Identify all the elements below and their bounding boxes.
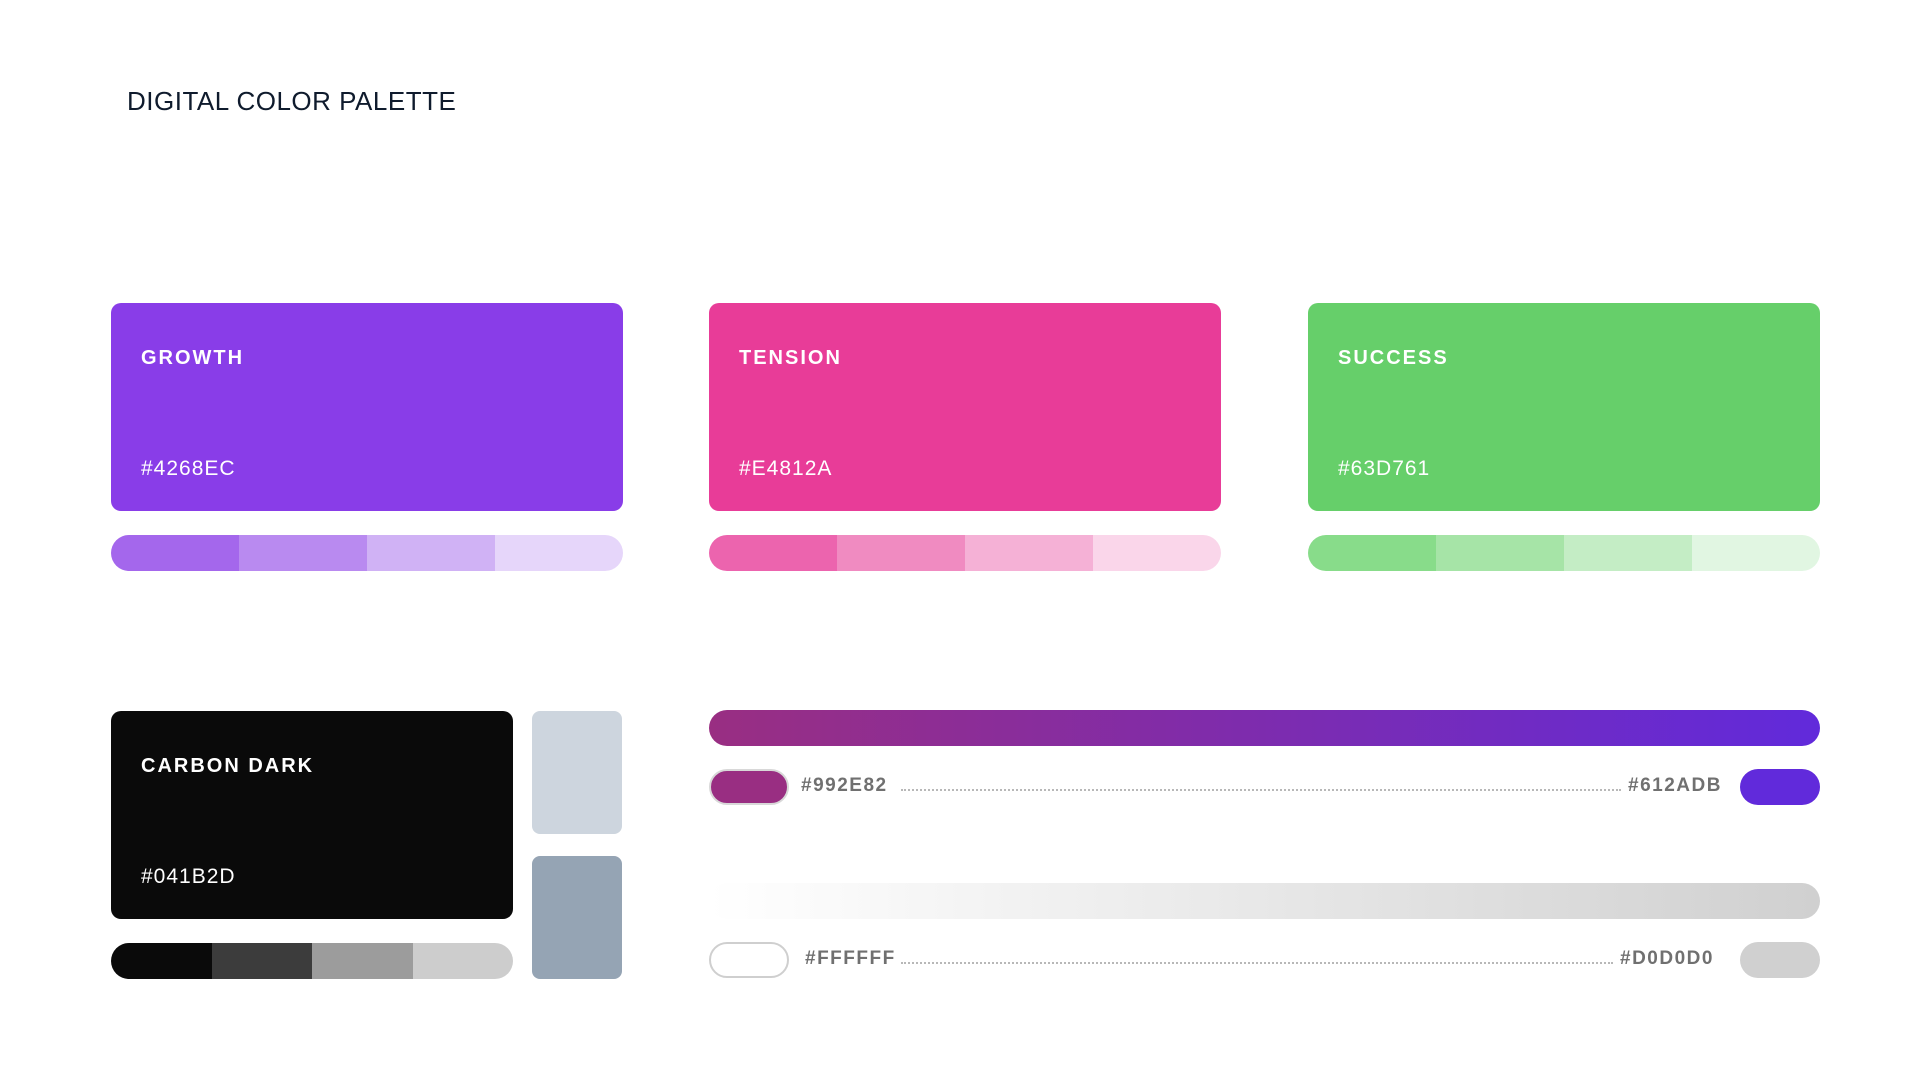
tint-swatch — [367, 535, 495, 571]
gradient-start-pill — [709, 942, 789, 978]
color-hex: #E4812A — [739, 457, 833, 480]
tint-swatch — [211, 943, 312, 979]
gradient-start-hex: #FFFFFF — [805, 948, 896, 969]
tint-swatch — [1692, 535, 1820, 571]
page-title: DIGITAL COLOR PALETTE — [127, 86, 457, 116]
dotted-connector — [901, 962, 1613, 964]
tint-swatch — [412, 943, 513, 979]
purple-gradient-bar — [709, 710, 1820, 746]
growth-color-card: GROWTH #4268EC — [111, 303, 623, 511]
tint-swatch — [239, 535, 367, 571]
dotted-connector — [901, 789, 1621, 791]
growth-tint-strip — [111, 535, 623, 571]
tint-swatch — [709, 535, 837, 571]
slate-swatch — [532, 856, 622, 979]
color-hex: #4268EC — [141, 457, 236, 480]
light-slate-swatch — [532, 711, 622, 834]
tension-color-card: TENSION #E4812A — [709, 303, 1221, 511]
tension-tint-strip — [709, 535, 1221, 571]
gradient-start-hex: #992E82 — [801, 775, 888, 796]
gradient-end-pill — [1740, 769, 1820, 805]
tint-swatch — [1564, 535, 1692, 571]
color-hex: #63D761 — [1338, 457, 1431, 480]
color-name: CARBON DARK — [141, 755, 315, 777]
gradient-start-pill — [709, 769, 789, 805]
tint-swatch — [495, 535, 623, 571]
gradient-end-pill — [1740, 942, 1820, 978]
carbon-dark-color-card: CARBON DARK #041B2D — [111, 711, 513, 919]
tint-swatch — [1436, 535, 1564, 571]
carbon-tint-strip — [111, 943, 513, 979]
tint-swatch — [1308, 535, 1436, 571]
success-tint-strip — [1308, 535, 1820, 571]
tint-swatch — [965, 535, 1093, 571]
tint-swatch — [111, 943, 212, 979]
gradient-end-hex: #D0D0D0 — [1620, 948, 1714, 969]
gradient-end-hex: #612ADB — [1628, 775, 1722, 796]
tint-swatch — [111, 535, 239, 571]
tint-swatch — [312, 943, 413, 979]
color-name: TENSION — [739, 347, 842, 369]
tint-swatch — [1093, 535, 1221, 571]
success-color-card: SUCCESS #63D761 — [1308, 303, 1820, 511]
color-name: SUCCESS — [1338, 347, 1449, 369]
tint-swatch — [837, 535, 965, 571]
color-name: GROWTH — [141, 347, 245, 369]
color-hex: #041B2D — [141, 865, 236, 888]
gray-gradient-bar — [709, 883, 1820, 919]
